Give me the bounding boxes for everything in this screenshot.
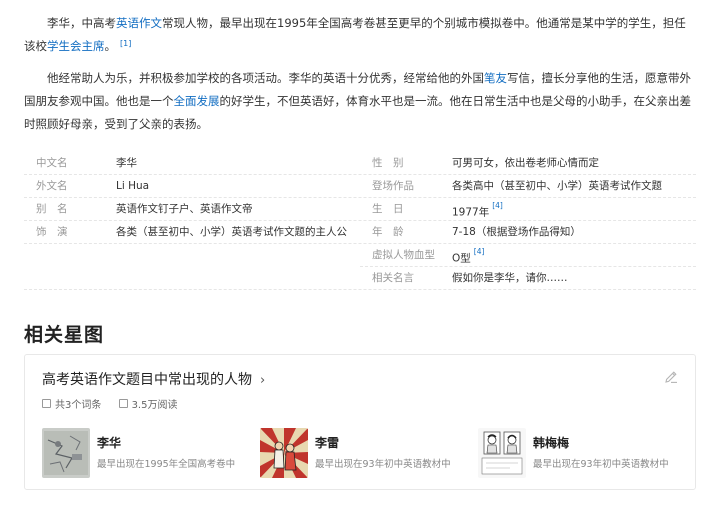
person-thumbnail bbox=[478, 428, 526, 478]
info-row: 饰 演 各类（甚至初中、小学）英语考试作文题的主人公 年 龄 7-18（根据登场… bbox=[24, 221, 696, 244]
intro-paragraph-1: 李华，中高考英语作文常现人物，最早出现在1995年全国高考卷甚至更早的个别城市模… bbox=[24, 12, 696, 58]
person-desc: 最早出现在1995年全国高考卷中 bbox=[97, 459, 236, 470]
info-key: 中文名 bbox=[36, 157, 68, 169]
info-value: 英语作文钉子户、英语作文帝 bbox=[116, 203, 253, 215]
intro-text: 李华，中高考 bbox=[47, 16, 116, 30]
info-key: 外文名 bbox=[36, 180, 68, 192]
reference-link[interactable]: [4] bbox=[492, 201, 503, 210]
section-title-related: 相关星图 bbox=[24, 324, 105, 346]
info-value: 假如你是李华，请你…… bbox=[452, 272, 568, 284]
card-meta: 共3个词条 3.5万阅读 bbox=[42, 396, 191, 411]
read-count: 3.5万阅读 bbox=[118, 396, 178, 411]
info-value: Li Hua bbox=[116, 180, 150, 192]
person-desc: 最早出现在93年初中英语教材中 bbox=[315, 459, 451, 470]
info-row: 外文名 Li Hua 登场作品 各类高中（甚至初中、小学）英语考试作文题 bbox=[24, 175, 696, 198]
person-name: 韩梅梅 bbox=[533, 436, 570, 450]
intro-paragraph-2: 他经常助人为乐，并积极参加学校的各项活动。李华的英语十分优秀，经常给他的外国笔友… bbox=[24, 67, 696, 136]
info-key: 生 日 bbox=[372, 203, 404, 215]
card-title-link[interactable]: 高考英语作文题目中常出现的人物 › bbox=[42, 369, 265, 389]
info-row: 中文名 李华 性 别 可男可女，依出卷老师心情而定 bbox=[24, 152, 696, 175]
related-person[interactable]: 李雷 最早出现在93年初中英语教材中 bbox=[260, 428, 470, 478]
person-name: 李华 bbox=[97, 436, 122, 450]
pencil-icon[interactable] bbox=[663, 369, 679, 385]
info-row: 相关名言 假如你是李华，请你…… bbox=[24, 267, 696, 290]
info-value: 1977年[4] bbox=[452, 198, 503, 220]
read-count-label: 3.5万阅读 bbox=[131, 400, 178, 411]
person-thumbnail bbox=[260, 428, 308, 478]
intro-text: 他经常助人为乐，并积极参加学校的各项活动。李华的英语十分优秀，经常给他的外国 bbox=[47, 71, 484, 85]
entry-count: 共3个词条 bbox=[42, 396, 101, 411]
info-key: 饰 演 bbox=[36, 226, 68, 238]
info-value: 各类（甚至初中、小学）英语考试作文题的主人公 bbox=[116, 226, 347, 238]
chevron-right-icon: › bbox=[260, 373, 266, 388]
info-key: 性 别 bbox=[372, 157, 404, 169]
link-student-union-president[interactable]: 学生会主席 bbox=[47, 39, 105, 53]
related-person[interactable]: 韩梅梅 最早出现在93年初中英语教材中 bbox=[478, 428, 688, 478]
info-value: 李华 bbox=[116, 157, 137, 169]
info-value: 7-18（根据登场作品得知） bbox=[452, 226, 581, 238]
book-icon bbox=[118, 399, 128, 408]
link-english-essay[interactable]: 英语作文 bbox=[116, 16, 162, 30]
person-desc: 最早出现在93年初中英语教材中 bbox=[533, 459, 669, 470]
link-pen-pal[interactable]: 笔友 bbox=[484, 71, 507, 85]
reference-link[interactable]: [4] bbox=[474, 247, 485, 256]
related-card: 高考英语作文题目中常出现的人物 › 共3个词条 3.5万阅读 李华 最早出现在19… bbox=[24, 354, 696, 490]
info-key: 登场作品 bbox=[372, 180, 414, 192]
reference-link[interactable]: [1] bbox=[120, 39, 131, 48]
info-key: 年 龄 bbox=[372, 226, 404, 238]
info-key: 相关名言 bbox=[372, 272, 414, 284]
info-key: 虚拟人物血型 bbox=[372, 249, 435, 261]
document-icon bbox=[42, 399, 51, 408]
person-thumbnail bbox=[42, 428, 90, 478]
info-row: 别 名 英语作文钉子户、英语作文帝 生 日 1977年[4] bbox=[24, 198, 696, 221]
info-key: 别 名 bbox=[36, 203, 68, 215]
info-value: 可男可女，依出卷老师心情而定 bbox=[452, 157, 599, 169]
intro-text: 。 bbox=[104, 39, 117, 53]
info-value-text: O型 bbox=[452, 252, 471, 265]
info-value: O型[4] bbox=[452, 244, 484, 266]
person-name: 李雷 bbox=[315, 436, 340, 450]
info-value: 各类高中（甚至初中、小学）英语考试作文题 bbox=[452, 180, 662, 192]
entry-count-label: 共3个词条 bbox=[55, 400, 102, 411]
info-value-text: 1977年 bbox=[452, 206, 490, 219]
info-row: 虚拟人物血型 O型[4] bbox=[360, 244, 696, 267]
link-all-round-development[interactable]: 全面发展 bbox=[174, 94, 220, 108]
related-person[interactable]: 李华 最早出现在1995年全国高考卷中 bbox=[42, 428, 252, 478]
card-title: 高考英语作文题目中常出现的人物 bbox=[42, 372, 252, 388]
